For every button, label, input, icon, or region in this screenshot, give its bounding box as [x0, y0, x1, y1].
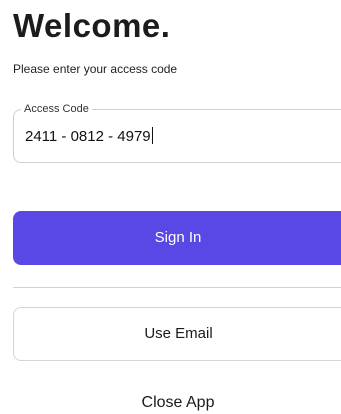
access-code-value: 2411 - 0812 - 4979: [25, 128, 151, 145]
login-screen: Welcome. Please enter your access code A…: [0, 0, 341, 414]
page-title: Welcome.: [13, 7, 171, 44]
close-app-link[interactable]: Close App: [13, 392, 341, 414]
use-email-button[interactable]: Use Email: [13, 307, 341, 361]
sign-in-button[interactable]: Sign In: [13, 211, 341, 265]
divider: [13, 287, 341, 288]
page-subtitle: Please enter your access code: [13, 62, 178, 76]
text-caret: [151, 127, 153, 144]
access-code-label: Access Code: [21, 101, 92, 117]
access-code-field[interactable]: Access Code 2411 - 0812 - 4979: [13, 101, 341, 163]
access-code-input[interactable]: 2411 - 0812 - 4979: [25, 127, 335, 147]
